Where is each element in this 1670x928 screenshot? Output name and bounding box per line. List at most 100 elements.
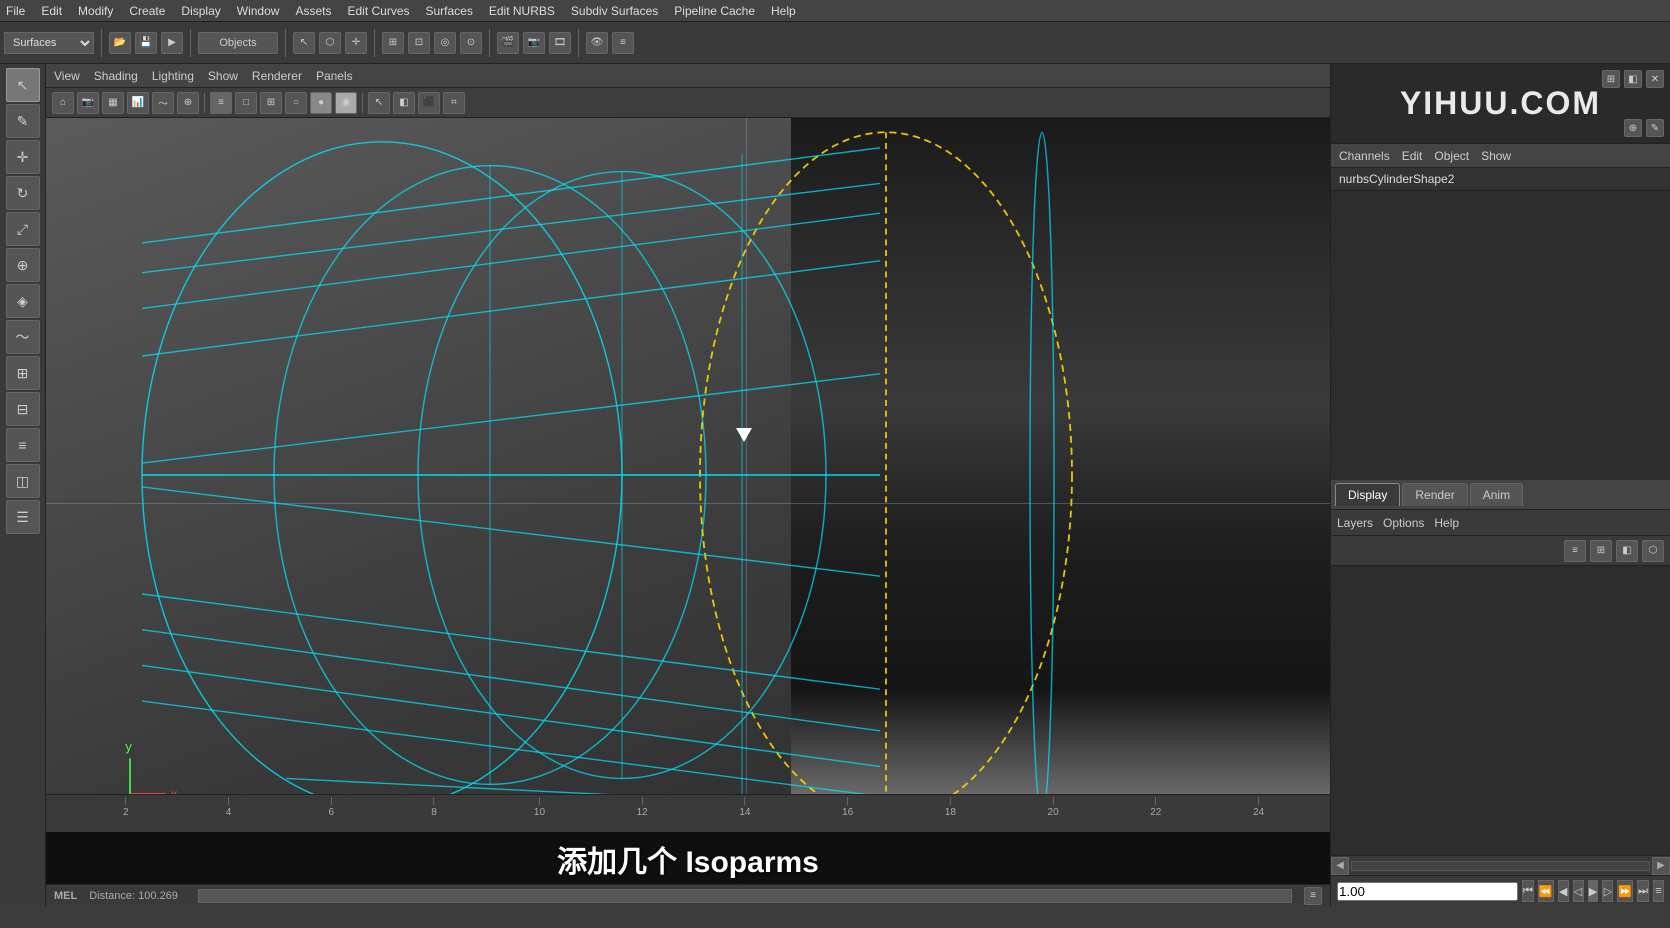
menu-modify[interactable]: Modify: [78, 4, 113, 18]
right-nav-btn2[interactable]: ✎: [1646, 119, 1664, 137]
subtab-options[interactable]: Options: [1383, 516, 1424, 530]
right-corner-btn2[interactable]: ◧: [1624, 70, 1642, 88]
ch-header-object[interactable]: Object: [1434, 149, 1469, 163]
vp-wire-icon[interactable]: ⊞: [260, 92, 282, 114]
vp-box-icon[interactable]: ◧: [393, 92, 415, 114]
render-view-icon[interactable]: 🎬: [497, 32, 519, 54]
menu-subdiv[interactable]: Subdiv Surfaces: [571, 4, 658, 18]
vp-menu-panels[interactable]: Panels: [316, 69, 353, 83]
paint-select-btn[interactable]: ✎: [6, 104, 40, 138]
lasso-icon[interactable]: ⬡: [319, 32, 341, 54]
menu-pipeline[interactable]: Pipeline Cache: [674, 4, 755, 18]
scale-tool-btn[interactable]: ⤢: [6, 212, 40, 246]
move-icon[interactable]: ✛: [345, 32, 367, 54]
layer-icon-1[interactable]: ≡: [1564, 540, 1586, 562]
right-corner-btn3[interactable]: ✕: [1646, 70, 1664, 88]
ch-header-channels[interactable]: Channels: [1339, 149, 1390, 163]
tab-anim[interactable]: Anim: [1470, 483, 1523, 506]
render-seq-icon[interactable]: 🎞: [549, 32, 571, 54]
save-file-icon[interactable]: 💾: [135, 32, 157, 54]
play-forward-btn[interactable]: ▶: [1588, 880, 1599, 902]
select-tool-icon[interactable]: ↖: [293, 32, 315, 54]
subtab-layers[interactable]: Layers: [1337, 516, 1373, 530]
vp-menu-view[interactable]: View: [54, 69, 80, 83]
timeline-ruler[interactable]: 2 4 6 8 10: [46, 795, 1330, 832]
vp-menu-renderer[interactable]: Renderer: [252, 69, 302, 83]
menu-surfaces[interactable]: Surfaces: [426, 4, 473, 18]
rotate-tool-btn[interactable]: ↻: [6, 176, 40, 210]
vp-smooth-icon[interactable]: ○: [285, 92, 307, 114]
vp-curve-icon[interactable]: 〜: [152, 92, 174, 114]
ch-header-edit[interactable]: Edit: [1402, 149, 1423, 163]
go-start-btn[interactable]: ⏮: [1522, 880, 1534, 902]
scroll-track[interactable]: [1351, 861, 1650, 871]
prev-frame-btn[interactable]: ◀: [1558, 880, 1569, 902]
ch-header-show[interactable]: Show: [1481, 149, 1511, 163]
layer-display-btn[interactable]: ≡: [6, 428, 40, 462]
move-tool-btn[interactable]: ✛: [6, 140, 40, 174]
vp-render-icon[interactable]: ▦: [102, 92, 124, 114]
vp-xform-icon[interactable]: ↖: [368, 92, 390, 114]
show-hide-icon[interactable]: 👁: [586, 32, 608, 54]
camera-btn[interactable]: ◫: [6, 464, 40, 498]
objects-label-icon[interactable]: Objects: [198, 32, 278, 54]
vp-graph-icon[interactable]: 📊: [127, 92, 149, 114]
nurbs-cv-btn[interactable]: ⊞: [6, 356, 40, 390]
curve-tool-btn[interactable]: 〜: [6, 320, 40, 354]
next-frame-btn[interactable]: ▷: [1602, 880, 1613, 902]
menu-assets[interactable]: Assets: [295, 4, 331, 18]
vp-share-icon[interactable]: ⌗: [443, 92, 465, 114]
step-forward-btn[interactable]: ⏩: [1617, 880, 1633, 902]
status-scroll-btn[interactable]: ≡: [1304, 887, 1322, 905]
vp-panel-icon[interactable]: ⬛: [418, 92, 440, 114]
snap-icon1[interactable]: ⊞: [382, 32, 404, 54]
menu-edit-nurbs[interactable]: Edit NURBS: [489, 4, 555, 18]
vp-layer-icon[interactable]: ≡: [210, 92, 232, 114]
subtab-help[interactable]: Help: [1434, 516, 1459, 530]
menu-create[interactable]: Create: [129, 4, 165, 18]
vp-nurbs-icon[interactable]: ⊕: [177, 92, 199, 114]
vp-menu-lighting[interactable]: Lighting: [152, 69, 194, 83]
menu-display[interactable]: Display: [181, 4, 220, 18]
viewport-canvas[interactable]: x y 2 4: [46, 118, 1330, 832]
layer-icon[interactable]: ≡: [612, 32, 634, 54]
select-tool-btn[interactable]: ↖: [6, 68, 40, 102]
vp-home-icon[interactable]: ⌂: [52, 92, 74, 114]
scroll-left-btn[interactable]: ◀: [1331, 857, 1349, 875]
right-nav-btn1[interactable]: ⊕: [1624, 119, 1642, 137]
vp-menu-show[interactable]: Show: [208, 69, 238, 83]
soft-mod-btn[interactable]: ◈: [6, 284, 40, 318]
render-icon[interactable]: ▶: [161, 32, 183, 54]
layer-icon-2[interactable]: ⊞: [1590, 540, 1612, 562]
go-end-btn[interactable]: ⏭: [1637, 880, 1649, 902]
right-scroll-bar[interactable]: ◀ ▶: [1331, 856, 1670, 876]
right-corner-btn1[interactable]: ⊞: [1602, 70, 1620, 88]
camera-icon[interactable]: 📷: [523, 32, 545, 54]
snap-icon3[interactable]: ◎: [434, 32, 456, 54]
grid-btn[interactable]: ⊟: [6, 392, 40, 426]
menu-help[interactable]: Help: [771, 4, 796, 18]
step-back-btn[interactable]: ⏪: [1538, 880, 1554, 902]
anim-prefs-btn[interactable]: ≡: [1653, 880, 1664, 902]
timeline[interactable]: 2 4 6 8 10: [46, 794, 1330, 832]
menu-window[interactable]: Window: [237, 4, 280, 18]
menu-file[interactable]: File: [6, 4, 25, 18]
layer-icon-3[interactable]: ◧: [1616, 540, 1638, 562]
tab-display[interactable]: Display: [1335, 483, 1400, 506]
layer-icon-4[interactable]: ⬡: [1642, 540, 1664, 562]
open-file-icon[interactable]: 📂: [109, 32, 131, 54]
vp-shade2-icon[interactable]: ◉: [335, 92, 357, 114]
misc-btn[interactable]: ☰: [6, 500, 40, 534]
snap-icon2[interactable]: ⊡: [408, 32, 430, 54]
play-back-btn[interactable]: ◁: [1573, 880, 1584, 902]
snap-icon4[interactable]: ⊙: [460, 32, 482, 54]
vp-display-icon[interactable]: □: [235, 92, 257, 114]
command-input[interactable]: [198, 889, 1292, 903]
transform-tool-btn[interactable]: ⊕: [6, 248, 40, 282]
scroll-right-btn[interactable]: ▶: [1652, 857, 1670, 875]
menu-edit-curves[interactable]: Edit Curves: [347, 4, 409, 18]
tab-render[interactable]: Render: [1402, 483, 1467, 506]
menu-set-selector[interactable]: Surfaces: [4, 32, 94, 54]
vp-camera-icon[interactable]: 📷: [77, 92, 99, 114]
menu-edit[interactable]: Edit: [41, 4, 62, 18]
